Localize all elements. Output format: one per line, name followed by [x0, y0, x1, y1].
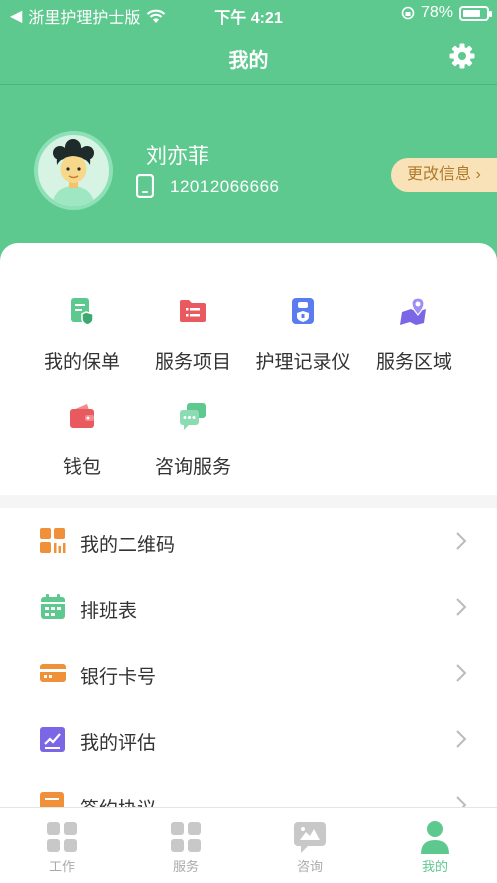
status-bar: ◀ 浙里护理护士版 下午 4:21 78%: [0, 0, 497, 28]
tab-service[interactable]: 服务: [124, 820, 248, 875]
avatar[interactable]: [34, 131, 113, 210]
grid-item-service-area[interactable]: 服务区域: [354, 296, 474, 374]
tab-work[interactable]: 工作: [0, 820, 124, 875]
tab-consult[interactable]: 咨询: [248, 820, 372, 875]
user-phone: 12012066666: [170, 177, 280, 196]
battery-percent: 78%: [420, 4, 453, 21]
grid-label: 钱包: [62, 457, 101, 478]
tab-bar: 工作 服务 咨询 我的: [0, 807, 497, 883]
chevron-right-icon: [456, 664, 467, 682]
orientation-lock-icon: [401, 6, 415, 20]
list-item-contract[interactable]: 签约协议: [0, 772, 497, 808]
chat-bubble-icon: [294, 822, 326, 853]
grid-item-consult[interactable]: 咨询服务: [133, 401, 253, 479]
list-item-label: 我的评估: [80, 733, 157, 754]
grid-label: 服务区域: [375, 352, 452, 373]
list-item-qrcode[interactable]: 我的二维码: [0, 508, 497, 574]
grid-label: 服务项目: [154, 352, 231, 373]
chevron-right-icon: [456, 532, 467, 550]
phone-icon: [136, 174, 154, 198]
edit-info-button[interactable]: 更改信息 ›: [391, 158, 497, 192]
grid-label: 护理记录仪: [255, 352, 351, 373]
battery-icon: [459, 5, 492, 21]
user-name: 刘亦菲: [146, 145, 209, 168]
chevron-right-icon: [456, 730, 467, 748]
chevron-right-icon: [456, 598, 467, 616]
map-pin-icon: [400, 297, 426, 325]
chevron-right-icon: ›: [475, 166, 481, 183]
tab-label: 我的: [421, 859, 448, 874]
feature-grid: 我的保单 服务项目 护理记录仪 服务区域 钱包 咨询服务: [0, 243, 497, 495]
grid-item-wallet[interactable]: 钱包: [22, 401, 142, 479]
avatar-illustration: [52, 139, 95, 206]
calendar-icon: [41, 594, 65, 619]
tab-label: 工作: [48, 859, 75, 874]
assessment-icon: [40, 727, 65, 752]
grid-icon: [47, 822, 77, 852]
qrcode-icon: [40, 528, 66, 553]
list-item-bank-card[interactable]: 银行卡号: [0, 640, 497, 706]
list-item-assessment[interactable]: 我的评估: [0, 706, 497, 772]
grid-item-recorder[interactable]: 护理记录仪: [243, 296, 363, 374]
grid-item-policy[interactable]: 我的保单: [22, 296, 142, 374]
grid-icon: [171, 822, 201, 852]
person-icon: [421, 821, 449, 854]
recorder-icon: [292, 298, 314, 324]
grid-item-service-items[interactable]: 服务项目: [133, 296, 253, 374]
list-item-schedule[interactable]: 排班表: [0, 574, 497, 640]
list-item-label: 排班表: [80, 601, 138, 622]
gear-icon[interactable]: [447, 41, 477, 71]
navbar: 我的: [0, 28, 497, 85]
list-item-label: 我的二维码: [80, 535, 176, 556]
grid-label: 咨询服务: [154, 457, 231, 478]
tab-label: 服务: [172, 859, 199, 874]
bank-card-icon: [40, 664, 66, 682]
tab-mine[interactable]: 我的: [373, 820, 497, 875]
tab-label: 咨询: [296, 859, 323, 874]
page-title: 我的: [228, 50, 269, 72]
contract-icon: [40, 792, 64, 808]
policy-icon: [71, 298, 94, 326]
grid-label: 我的保单: [43, 352, 120, 373]
list-item-label: 银行卡号: [80, 667, 157, 688]
list-item-label: 签约协议: [80, 794, 156, 808]
chat-icon: [180, 403, 206, 430]
settings-list: 我的二维码 排班表 银行卡号 我的评估: [0, 508, 497, 808]
wallet-icon: [70, 404, 94, 428]
folder-icon: [180, 300, 206, 322]
edit-info-label: 更改信息: [407, 166, 472, 183]
